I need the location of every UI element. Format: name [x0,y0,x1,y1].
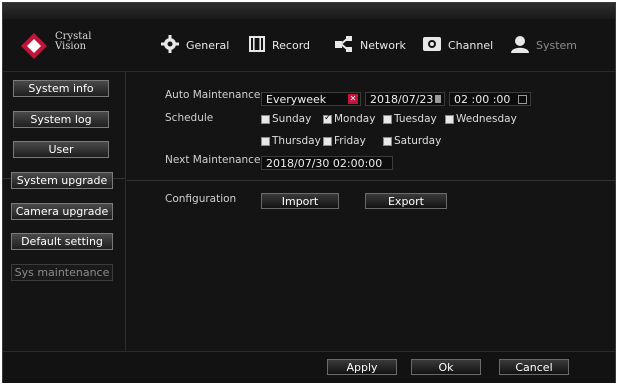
brand-logo-icon [21,33,47,59]
day-checkbox-friday[interactable]: Friday [323,135,366,147]
chevron-down-icon: ✕ [348,94,358,104]
day-label: Wednesday [456,113,517,125]
next-maintenance-label: Next Maintenance [165,154,261,166]
maintenance-panel: Auto Maintenance Everyweek ✕ 2018/07/23 … [127,72,615,351]
day-label: Thursday [272,135,321,147]
maintenance-time-field[interactable]: 02 :00 :00 [449,92,531,106]
day-label: Tuesday [394,113,437,125]
checkbox-icon [323,136,332,146]
day-label: Sunday [272,113,312,125]
nav-record-label: Record [272,38,311,52]
maintenance-time-value: 02 :00 :00 [454,92,511,106]
cancel-button[interactable]: Cancel [499,359,569,375]
title-bar [3,3,615,19]
brand-line2: Vision [55,41,87,52]
day-label: Saturday [394,135,442,147]
configuration-label: Configuration [165,193,237,205]
nav-general[interactable]: General [161,33,229,57]
gear-icon [161,34,179,56]
day-label: Friday [334,135,366,147]
film-icon [249,35,265,55]
sidebar-item-user[interactable]: User [13,141,109,158]
maintenance-date-value: 2018/07/23 [370,92,434,106]
auto-maintenance-label: Auto Maintenance [165,89,261,101]
nav-system[interactable]: System [511,33,577,57]
apply-button[interactable]: Apply [327,359,397,375]
nav-channel[interactable]: Channel [423,33,493,57]
sidebar-item-sys-maintenance[interactable]: Sys maintenance [11,264,113,281]
auto-maintenance-value: Everyweek [266,92,327,106]
sidebar-item-camera-upgrade[interactable]: Camera upgrade [11,203,113,220]
network-icon [335,35,353,55]
checkbox-icon [261,136,270,146]
nav-system-label: System [536,38,578,52]
day-checkbox-thursday[interactable]: Thursday [261,135,321,147]
schedule-label: Schedule [165,112,214,124]
time-spinner-icon [518,95,527,104]
nav-channel-label: Channel [448,38,494,52]
sidebar-item-system-info[interactable]: System info [13,80,109,97]
sidebar: System info System log User System upgra… [3,72,126,351]
sidebar-item-system-log[interactable]: System log [13,111,109,128]
header: Crystal Vision General Record Network Ch… [3,19,615,72]
checkbox-icon [383,136,392,146]
next-maintenance-field: 2018/07/30 02:00:00 [261,156,393,170]
brand-name: Crystal Vision [55,32,103,52]
day-checkbox-tuesday[interactable]: Tuesday [383,113,437,125]
maintenance-date-field[interactable]: 2018/07/23 [365,92,445,106]
day-label: Monday [334,113,376,125]
day-checkbox-wednesday[interactable]: Wednesday [445,113,517,125]
export-button[interactable]: Export [365,193,447,209]
auto-maintenance-select[interactable]: Everyweek ✕ [261,92,361,106]
sidebar-item-default-setting[interactable]: Default setting [11,233,113,250]
brand-logo: Crystal Vision [17,29,117,61]
settings-window: Crystal Vision General Record Network Ch… [2,2,616,383]
section-divider [127,180,615,181]
user-icon [511,35,529,56]
checkbox-icon [383,114,392,124]
camera-icon [423,36,441,54]
nav-record[interactable]: Record [249,33,310,57]
day-checkbox-monday[interactable]: Monday [323,113,375,125]
nav-network-label: Network [360,38,406,52]
nav-network[interactable]: Network [335,33,406,57]
sidebar-item-system-upgrade[interactable]: System upgrade [11,172,113,189]
day-checkbox-saturday[interactable]: Saturday [383,135,441,147]
nav-general-label: General [186,38,230,52]
calendar-icon [435,95,441,103]
checkbox-icon [261,114,270,124]
checkbox-checked-icon [323,113,332,124]
checkbox-icon [445,114,454,124]
footer-bar: Apply Ok Cancel [3,351,615,383]
import-button[interactable]: Import [261,193,339,209]
day-checkbox-sunday[interactable]: Sunday [261,113,311,125]
ok-button[interactable]: Ok [411,359,481,375]
